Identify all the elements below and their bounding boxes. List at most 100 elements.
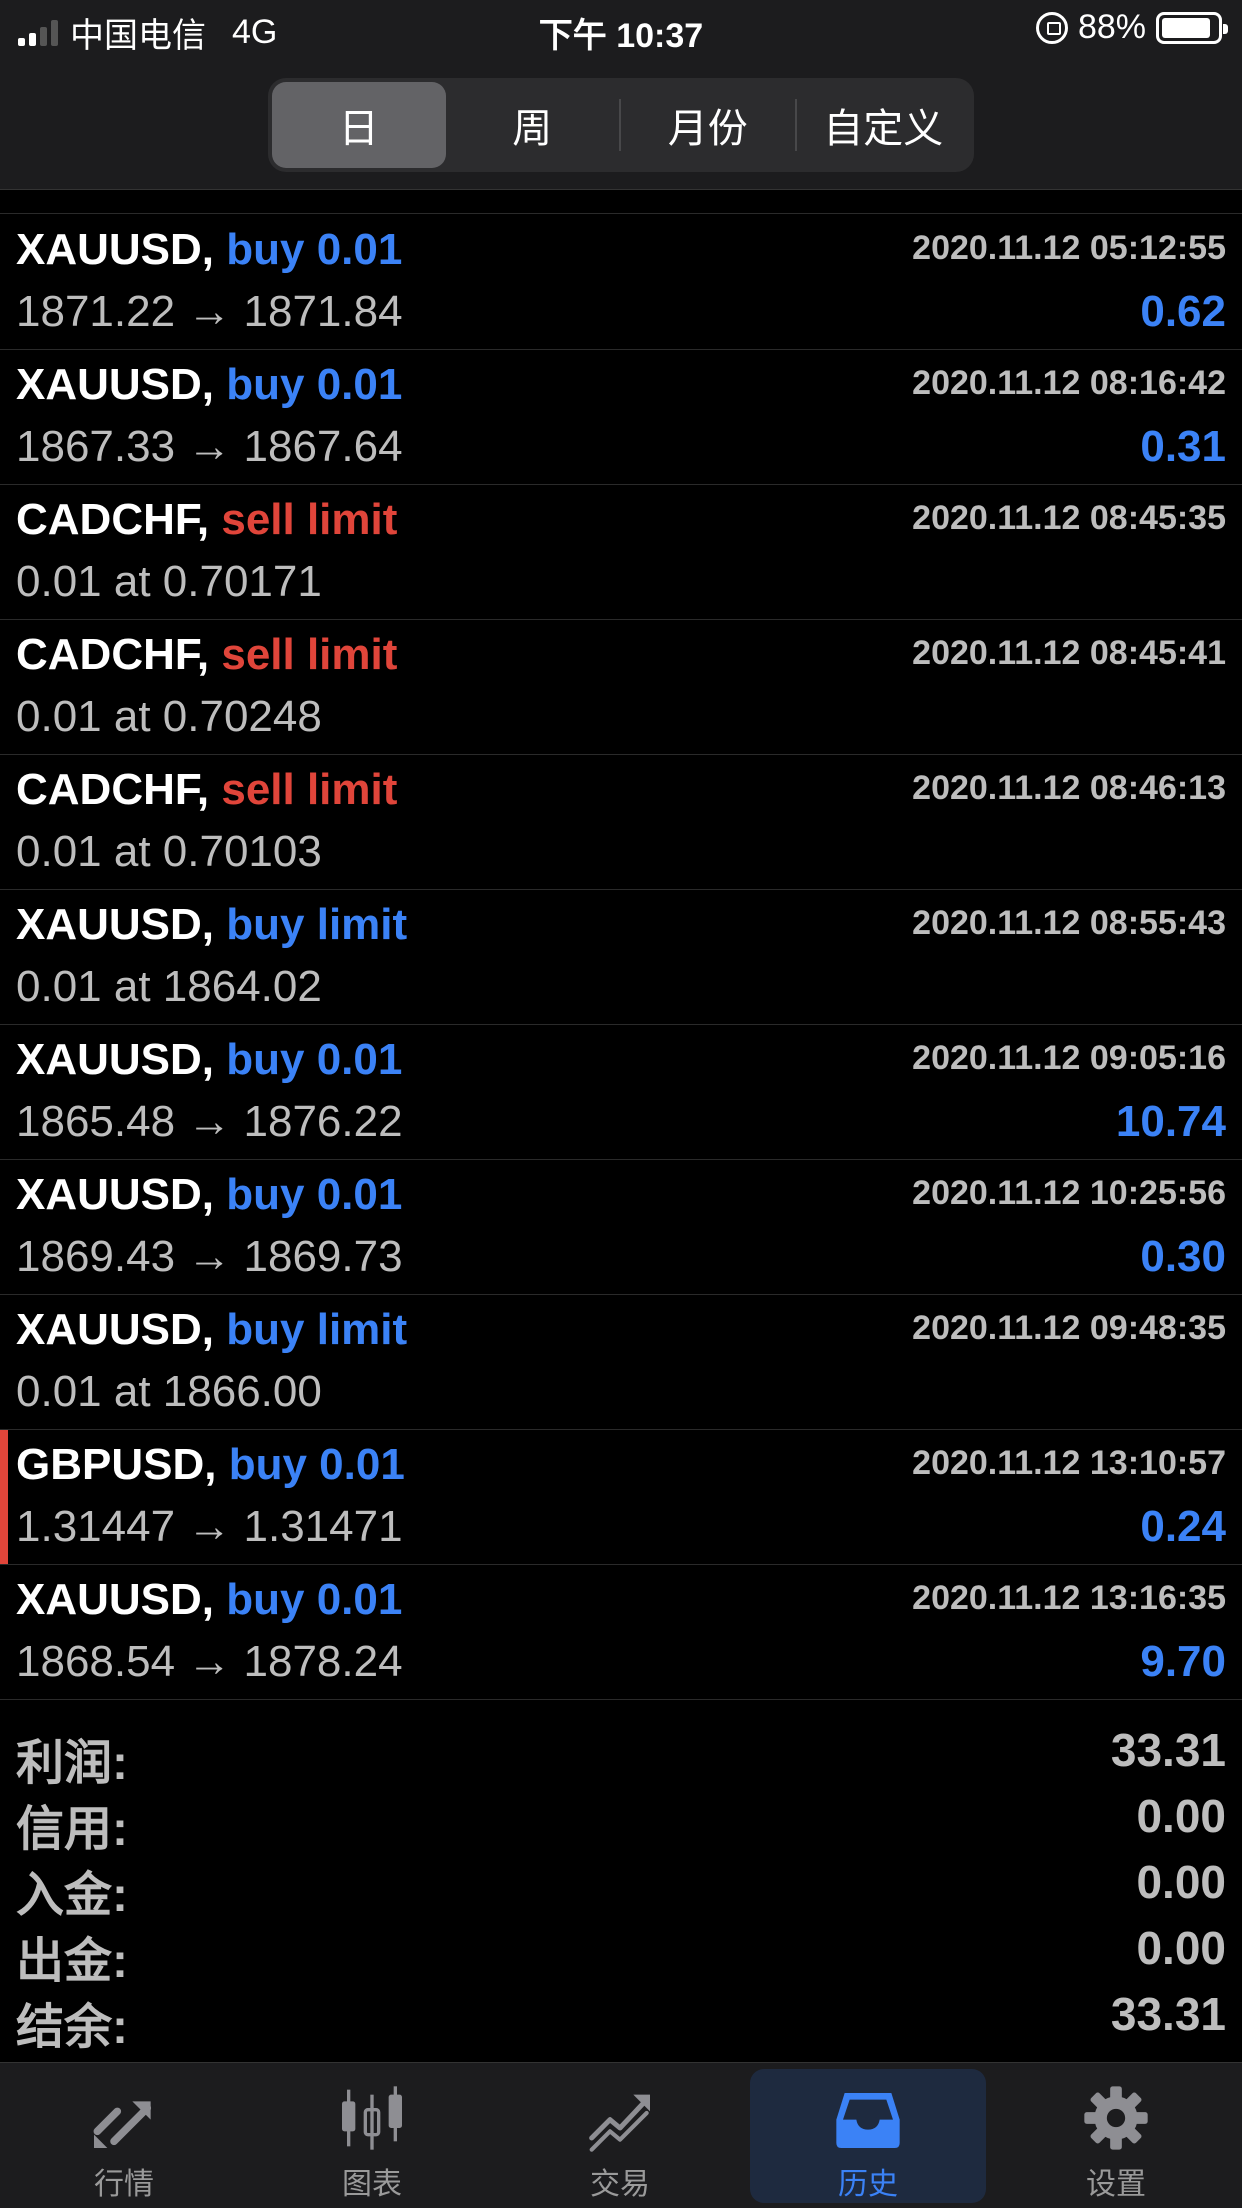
- segment-week[interactable]: 周: [446, 82, 620, 168]
- row-symbol: XAUUSD,: [16, 900, 215, 949]
- status-bar: 中国电信 4G 下午 10:37 88%: [0, 0, 1242, 62]
- row-profit: 0.62: [1140, 287, 1226, 336]
- inbox-tray-icon: [836, 2093, 900, 2148]
- row-time: 2020.11.12 10:25:56: [912, 1174, 1226, 1212]
- row-detail: 0.01 at 1866.00: [16, 1367, 322, 1416]
- row-symbol-line: XAUUSD, buy 0.01: [16, 1035, 402, 1085]
- history-row[interactable]: XAUUSD, buy 0.01 2020.11.12 05:12:55 187…: [0, 215, 1242, 350]
- row-profit: 10.74: [1115, 1097, 1226, 1146]
- tab-label: 图表: [342, 2168, 402, 2201]
- history-row[interactable]: XAUUSD, buy 0.01 2020.11.12 13:16:35 186…: [0, 1565, 1242, 1700]
- row-detail: 1868.54 → 1878.24: [16, 1637, 403, 1686]
- row-time: 2020.11.12 05:12:55: [912, 229, 1226, 267]
- row-symbol-line: XAUUSD, buy limit: [16, 1305, 407, 1355]
- summary-value: 33.31: [1110, 1988, 1226, 2040]
- tab-quotes[interactable]: 行情: [6, 2069, 242, 2203]
- segment-day-label: 日: [338, 107, 379, 151]
- row-time: 2020.11.12 08:45:41: [912, 634, 1226, 672]
- summary-deposit: 入金: 0.00: [0, 1847, 1242, 1922]
- row-detail: 0.01 at 0.70103: [16, 827, 322, 876]
- row-symbol-line: GBPUSD, buy 0.01: [16, 1440, 405, 1490]
- row-detail: 1867.33 → 1867.64: [16, 422, 403, 471]
- status-right: 88%: [1035, 8, 1228, 47]
- battery-percent: 88%: [1077, 8, 1146, 46]
- summary-value: 33.31: [1110, 1724, 1226, 1776]
- segment-custom-label: 自定义: [823, 107, 944, 151]
- history-row[interactable]: XAUUSD, buy 0.01 2020.11.12 09:05:16 186…: [0, 1025, 1242, 1160]
- history-row[interactable]: XAUUSD, buy limit 2020.11.12 08:55:43 0.…: [0, 890, 1242, 1025]
- row-symbol: XAUUSD,: [16, 1575, 215, 1624]
- row-time: 2020.11.12 13:10:57: [912, 1444, 1226, 1482]
- trade-chart-icon: [589, 2094, 650, 2152]
- row-profit: 0.30: [1140, 1232, 1226, 1281]
- segment-week-label: 周: [512, 107, 553, 151]
- history-row[interactable]: XAUUSD, buy limit 2020.11.12 09:48:35 0.…: [0, 1295, 1242, 1430]
- summary-value: 0.00: [1136, 1790, 1226, 1842]
- history-row[interactable]: CADCHF, sell limit 2020.11.12 08:45:35 0…: [0, 485, 1242, 620]
- row-time: 2020.11.12 09:05:16: [912, 1039, 1226, 1077]
- row-profit: 9.70: [1140, 1637, 1226, 1686]
- row-profit: 0.24: [1140, 1502, 1226, 1551]
- row-time: 2020.11.12 08:16:42: [912, 364, 1226, 402]
- row-action: buy 0.01: [226, 1170, 403, 1219]
- segment-custom[interactable]: 自定义: [797, 82, 971, 168]
- account-summary: 利润: 33.31 信用: 0.00 入金: 0.00 出金: 0.00 结余:…: [0, 1715, 1242, 2054]
- segment-month[interactable]: 月份: [621, 82, 795, 168]
- segment-day[interactable]: 日: [272, 82, 446, 168]
- row-detail: 0.01 at 0.70248: [16, 692, 322, 741]
- battery-icon: [1156, 11, 1228, 44]
- row-time: 2020.11.12 08:55:43: [912, 904, 1226, 942]
- row-profit: 0.31: [1140, 422, 1226, 471]
- row-symbol-line: CADCHF, sell limit: [16, 630, 397, 680]
- segment-month-label: 月份: [667, 107, 748, 151]
- row-detail: 1871.22 → 1871.84: [16, 287, 403, 336]
- partial-list-item: [0, 190, 1242, 214]
- tab-trade[interactable]: 交易: [502, 2069, 738, 2203]
- summary-value: 0.00: [1136, 1856, 1226, 1908]
- tab-charts[interactable]: 图表: [254, 2069, 490, 2203]
- row-detail: 0.01 at 1864.02: [16, 962, 322, 1011]
- summary-credit: 信用: 0.00: [0, 1781, 1242, 1856]
- row-symbol-line: XAUUSD, buy limit: [16, 900, 407, 950]
- row-action: buy 0.01: [228, 1440, 405, 1489]
- candlestick-chart-icon: [342, 2086, 402, 2150]
- row-action: buy 0.01: [226, 1575, 403, 1624]
- row-action: buy 0.01: [226, 225, 403, 274]
- row-symbol-line: CADCHF, sell limit: [16, 765, 397, 815]
- row-symbol: XAUUSD,: [16, 225, 215, 274]
- summary-balance: 结余: 33.31: [0, 1979, 1242, 2054]
- history-row-highlighted[interactable]: GBPUSD, buy 0.01 2020.11.12 13:10:57 1.3…: [0, 1430, 1242, 1565]
- rotation-lock-icon: [1035, 11, 1068, 44]
- row-symbol: XAUUSD,: [16, 1170, 215, 1219]
- bottom-tab-bar: 行情 图表 交易 历史 设置: [0, 2062, 1242, 2208]
- tab-settings[interactable]: 设置: [998, 2069, 1234, 2203]
- history-row[interactable]: XAUUSD, buy 0.01 2020.11.12 10:25:56 186…: [0, 1160, 1242, 1295]
- history-header: 日 周 月份 自定义: [0, 62, 1242, 190]
- summary-withdrawal: 出金: 0.00: [0, 1913, 1242, 1988]
- quotes-arrows-icon: [93, 2101, 152, 2148]
- row-symbol-line: XAUUSD, buy 0.01: [16, 225, 402, 275]
- row-action: sell limit: [221, 765, 398, 814]
- history-row[interactable]: CADCHF, sell limit 2020.11.12 08:46:13 0…: [0, 755, 1242, 890]
- row-symbol: XAUUSD,: [16, 360, 215, 409]
- summary-profit: 利润: 33.31: [0, 1715, 1242, 1790]
- row-symbol-line: CADCHF, sell limit: [16, 495, 397, 545]
- row-symbol: GBPUSD,: [16, 1440, 217, 1489]
- row-symbol: CADCHF,: [16, 630, 210, 679]
- row-symbol-line: XAUUSD, buy 0.01: [16, 360, 402, 410]
- history-row[interactable]: XAUUSD, buy 0.01 2020.11.12 08:16:42 186…: [0, 350, 1242, 485]
- gear-icon: [1084, 2086, 1148, 2150]
- tab-history[interactable]: 历史: [750, 2069, 986, 2203]
- row-time: 2020.11.12 08:45:35: [912, 499, 1226, 537]
- row-action: buy 0.01: [226, 1035, 403, 1084]
- tab-label: 交易: [590, 2168, 650, 2201]
- history-row[interactable]: CADCHF, sell limit 2020.11.12 08:45:41 0…: [0, 620, 1242, 755]
- row-symbol: CADCHF,: [16, 765, 210, 814]
- history-list: XAUUSD, buy 0.01 2020.11.12 05:12:55 187…: [0, 215, 1242, 1700]
- row-detail: 1865.48 → 1876.22: [16, 1097, 403, 1146]
- row-detail: 0.01 at 0.70171: [16, 557, 322, 606]
- row-symbol: XAUUSD,: [16, 1035, 215, 1084]
- row-action: buy limit: [226, 900, 408, 949]
- row-time: 2020.11.12 09:48:35: [912, 1309, 1226, 1347]
- row-detail: 1.31447 → 1.31471: [16, 1502, 403, 1551]
